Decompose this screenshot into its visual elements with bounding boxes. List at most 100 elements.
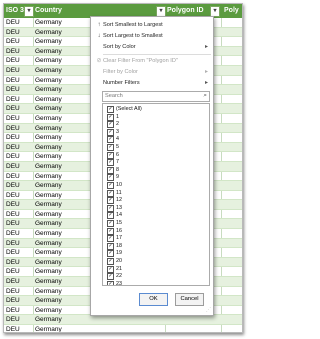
cell-country: Germany: [35, 297, 62, 305]
list-item-label: 16: [116, 227, 122, 234]
cell-country: Germany: [35, 182, 62, 190]
list-item-label: 17: [116, 235, 122, 242]
header-polygon-id: Polygon ID: [167, 7, 204, 14]
cell-iso: DEU: [6, 220, 20, 228]
menu-item-sort-by-color[interactable]: Sort by Color ▸: [91, 42, 213, 53]
checkbox-checked[interactable]: ✓: [107, 144, 114, 151]
checkbox-checked[interactable]: ✓: [107, 204, 114, 212]
checkbox-checked[interactable]: ✓: [107, 166, 114, 174]
cell-iso: DEU: [6, 268, 20, 276]
menu-item-sort-ascending[interactable]: ↑ Sort Smallest to Largest: [91, 20, 213, 31]
list-item-label: 10: [116, 182, 122, 188]
cell-iso: DEU: [6, 114, 20, 122]
checkbox-checked[interactable]: ✓: [107, 235, 114, 243]
cell-country: Germany: [35, 306, 62, 314]
cell-iso: DEU: [6, 210, 20, 218]
cell-iso: DEU: [6, 153, 20, 161]
cell-country: Germany: [35, 28, 62, 36]
checkbox-checked[interactable]: ✓: [107, 159, 114, 167]
list-item-label: 7: [116, 159, 119, 166]
cell-iso: DEU: [6, 28, 20, 36]
checkbox-checked[interactable]: ✓: [107, 250, 114, 258]
cell-iso: DEU: [6, 326, 20, 333]
cell-country: Germany: [35, 86, 62, 94]
cell-iso: DEU: [6, 143, 20, 151]
cell-country: Germany: [35, 143, 62, 151]
checkbox-checked[interactable]: ✓: [107, 151, 114, 159]
list-item-label: 21: [116, 265, 122, 272]
clear-filter-icon: ⊘: [96, 58, 102, 64]
cell-country: Germany: [35, 19, 62, 26]
chevron-right-icon: ▸: [204, 69, 208, 75]
list-item-label: 15: [116, 220, 122, 226]
menu-item-clear-filter: ⊘ Clear Filter From "Polygon ID": [96, 58, 178, 64]
ok-button[interactable]: OK: [139, 293, 168, 306]
cell-iso: DEU: [6, 124, 20, 132]
cell-iso: DEU: [6, 182, 20, 190]
checkbox-checked[interactable]: ✓: [107, 273, 114, 281]
header-iso: ISO 3: [6, 7, 24, 14]
cell-country: Germany: [35, 95, 62, 103]
checkbox-checked[interactable]: ✓: [107, 265, 114, 273]
cell-iso: DEU: [6, 38, 20, 46]
header-poly: Poly: [224, 7, 239, 14]
spreadsheet: ISO 3 ▾ Country ▾ Polygon ID ▾ Poly DEU G…: [3, 3, 243, 333]
filter-dropdown-iso[interactable]: ▾: [24, 6, 34, 17]
list-item-label: 19: [116, 250, 122, 257]
checkbox-checked[interactable]: ✓: [107, 227, 114, 235]
checkbox-checked[interactable]: ✓: [107, 280, 114, 285]
filter-value-list[interactable]: ✓ (Select All) ✓ 1 ✓ 2 ✓ 3 ✓ 4 ✓ 5 ✓ 6 ✓ 7 ✓ 8 ✓ 9 ✓ 10 ✓ 11 ✓…: [102, 103, 210, 286]
checkbox-checked[interactable]: ✓: [107, 220, 114, 227]
cell-iso: DEU: [6, 105, 20, 113]
cancel-button[interactable]: Cancel: [175, 293, 204, 306]
cell-iso: DEU: [6, 162, 20, 170]
checkbox-checked[interactable]: ✓: [107, 258, 114, 265]
checkbox-checked[interactable]: ✓: [107, 212, 114, 220]
cell-country: Germany: [35, 201, 62, 209]
cell-iso: DEU: [6, 134, 20, 142]
cell-iso: DEU: [6, 47, 20, 55]
checkbox-checked[interactable]: ✓: [107, 182, 114, 189]
cell-country: Germany: [35, 220, 62, 228]
checkbox-checked[interactable]: ✓: [107, 113, 114, 121]
checkbox-checked[interactable]: ✓: [107, 106, 114, 113]
checkbox-checked[interactable]: ✓: [107, 121, 114, 129]
table-row[interactable]: DEU Germany: [4, 325, 242, 333]
list-item-label: 12: [116, 197, 122, 204]
cell-country: Germany: [35, 38, 62, 46]
list-item-label: 22: [116, 273, 122, 280]
cell-iso: DEU: [6, 172, 20, 180]
list-item-label: 9: [116, 174, 119, 181]
cell-country: Germany: [35, 191, 62, 199]
cell-country: Germany: [35, 124, 62, 132]
menu-item-sort-descending[interactable]: ↓ Sort Largest to Smallest: [91, 31, 213, 42]
resize-grip-icon[interactable]: ⋰: [206, 307, 211, 313]
checkbox-checked[interactable]: ✓: [107, 197, 114, 205]
cell-country: Germany: [35, 287, 62, 295]
search-icon: ⌕: [203, 92, 207, 99]
search-input[interactable]: Search ⌕: [102, 91, 210, 102]
cell-country: Germany: [35, 278, 62, 286]
table-row[interactable]: DEU Germany: [4, 315, 242, 325]
checkbox-checked[interactable]: ✓: [107, 128, 114, 136]
cell-iso: DEU: [6, 297, 20, 305]
cell-iso: DEU: [6, 201, 20, 209]
checkbox-checked[interactable]: ✓: [107, 136, 114, 144]
autofilter-menu: ↑ Sort Smallest to Largest ↓ Sort Larges…: [90, 16, 214, 316]
cell-country: Germany: [35, 66, 62, 74]
sort-ascending-icon: ↑: [97, 22, 101, 28]
checkbox-checked[interactable]: ✓: [107, 242, 114, 250]
list-item-label: 1: [116, 113, 119, 120]
checkbox-checked[interactable]: ✓: [107, 174, 114, 182]
menu-item-number-filters[interactable]: Number Filters ▸: [91, 78, 213, 89]
cell-iso: DEU: [6, 95, 20, 103]
menu-separator: [103, 54, 211, 55]
cell-iso: DEU: [6, 306, 20, 314]
cell-country: Germany: [35, 47, 62, 55]
chevron-right-icon: ▸: [204, 44, 208, 50]
list-item-label: 6: [116, 151, 119, 158]
cell-iso: DEU: [6, 249, 20, 257]
checkbox-checked[interactable]: ✓: [107, 189, 114, 197]
cell-iso: DEU: [6, 66, 20, 74]
cell-country: Germany: [35, 326, 62, 333]
